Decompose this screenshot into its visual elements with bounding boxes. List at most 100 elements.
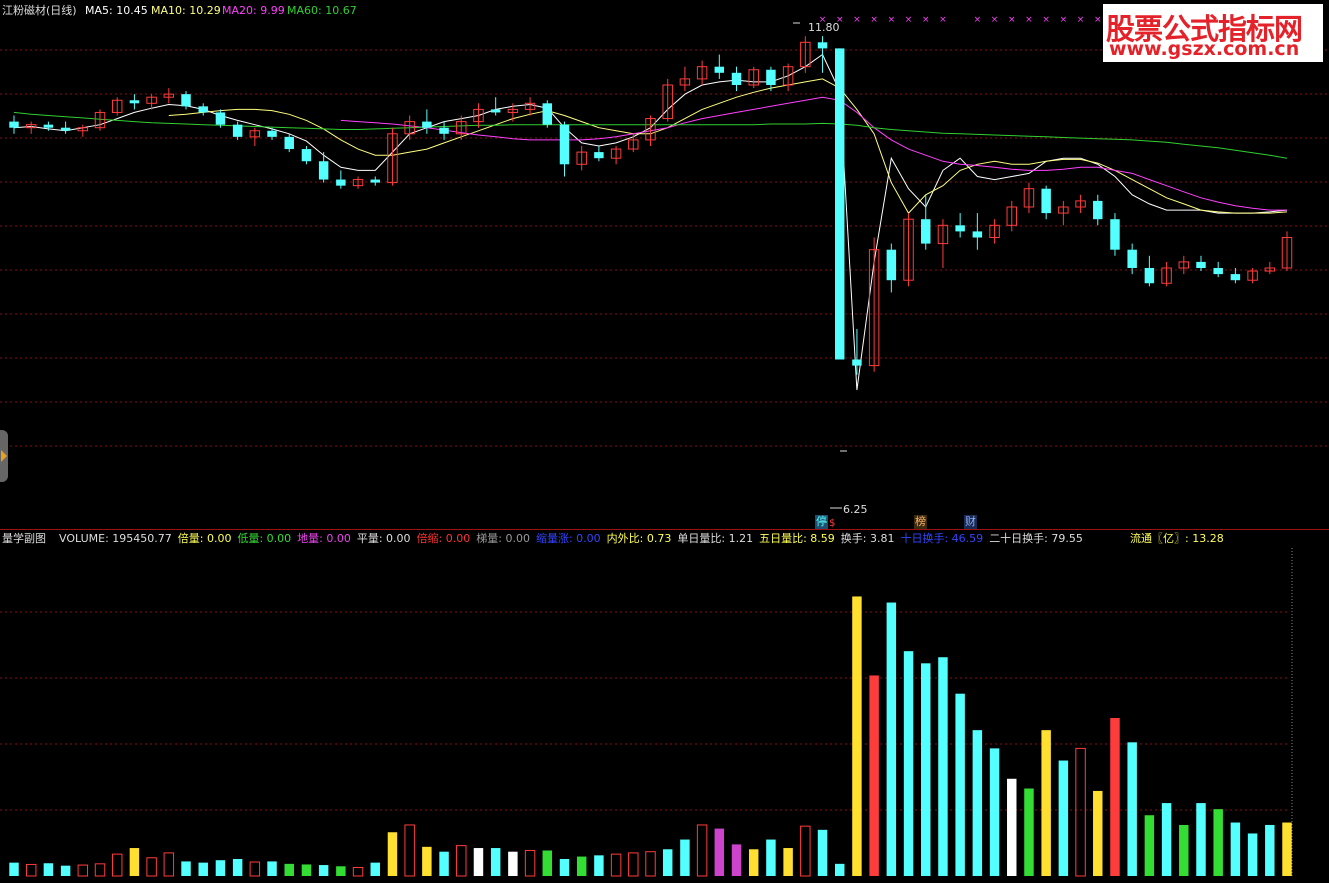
- candle-body: [301, 149, 312, 162]
- volume-bar: [559, 858, 570, 876]
- candle-body: [834, 48, 845, 360]
- indicator-value: 低量: 0.00: [237, 532, 292, 545]
- candle-body: [1213, 268, 1223, 275]
- signal-mark: ×: [939, 15, 947, 25]
- candle-body: [490, 109, 501, 113]
- volume-bar: [524, 849, 536, 877]
- volume-bar: [817, 829, 828, 876]
- volume-bar: [594, 855, 604, 876]
- volume-bars: [9, 596, 1292, 877]
- volume-bar: [576, 856, 587, 876]
- indicator-value: 换手: 3.81: [840, 532, 895, 545]
- volume-bar: [77, 864, 89, 877]
- volume-bar: [1093, 790, 1103, 876]
- volume-bar: [267, 861, 277, 876]
- indicator-value: 地量: 0.00: [297, 532, 351, 545]
- volume-bar: [336, 866, 346, 876]
- volume-bar: [628, 852, 639, 877]
- volume-bar: [422, 846, 432, 876]
- volume-bar: [1007, 778, 1017, 876]
- volume-bar: [43, 863, 54, 876]
- volume-bar: [1144, 815, 1155, 876]
- candle-body: [336, 179, 346, 186]
- finance-mark: 财: [964, 515, 977, 529]
- volume-bar: [9, 862, 19, 876]
- volume-bar: [766, 839, 776, 876]
- volume-bar: [696, 824, 708, 877]
- candle-body: [955, 225, 965, 232]
- volume-bar: [163, 852, 175, 877]
- indicator-value: 梯量: 0.00: [476, 532, 530, 545]
- volume-bar: [1230, 822, 1241, 876]
- volume-bar: [1041, 730, 1051, 876]
- candle-body: [370, 179, 380, 183]
- volume-bar: [284, 863, 294, 876]
- volume-bar: [1058, 760, 1069, 876]
- volume-bar: [1282, 822, 1292, 876]
- volume-bar: [662, 849, 673, 876]
- volume-bar: [800, 825, 811, 877]
- high-price-label: 11.80: [808, 21, 840, 34]
- candle-body: [559, 124, 570, 165]
- volume-bar: [232, 858, 243, 876]
- signal-mark: ×: [1094, 15, 1102, 25]
- volume-bar: [542, 850, 553, 876]
- ma60-label: MA60: 10.67: [287, 4, 357, 17]
- volume-bar: [938, 657, 948, 876]
- indicator-value: 五日量比: 8.59: [759, 532, 835, 545]
- signal-mark: ×: [1008, 15, 1016, 25]
- volume-bar: [508, 851, 518, 876]
- candle-body: [129, 100, 140, 104]
- ma5-label: MA5: 10.45: [85, 4, 148, 17]
- ma10-label: MA10: 10.29: [151, 4, 221, 17]
- sidebar-toggle-handle[interactable]: [0, 430, 8, 482]
- candle-body: [1196, 261, 1206, 268]
- volume-bar: [456, 845, 467, 877]
- ma-line-ma5: [13, 53, 1288, 391]
- volume-bar: [439, 851, 449, 876]
- volume-bar: [404, 824, 415, 877]
- volume-bar: [94, 863, 106, 877]
- volume-bar: [645, 851, 656, 877]
- candle-body: [886, 249, 897, 281]
- indicator-value: 倍量: 0.00: [177, 532, 232, 545]
- ma-line-ma10: [168, 78, 1288, 214]
- volume-bar: [921, 663, 931, 876]
- signal-mark: ×: [991, 15, 999, 25]
- candle-body: [9, 121, 19, 128]
- volume-bar: [972, 730, 983, 876]
- indicator-value: 内外比: 0.73: [606, 532, 672, 545]
- volume-bar: [680, 839, 690, 876]
- volume-bar: [783, 848, 793, 876]
- candle-body: [972, 231, 983, 238]
- candle-body: [181, 94, 191, 107]
- signal-mark: ×: [870, 15, 878, 25]
- sub-chart-title: 量学副图: [2, 532, 46, 545]
- chart-title: 江粉磁材(日线): [2, 4, 77, 17]
- candle-body: [1110, 219, 1120, 250]
- volume-bar: [370, 862, 380, 876]
- signal-mark: ×: [1042, 15, 1050, 25]
- candle-body: [714, 66, 725, 73]
- indicator-value: 倍缩: 0.00: [416, 532, 471, 545]
- volume-bar: [1196, 803, 1206, 876]
- kline-chart: ××××××××××××××××××××××: [0, 15, 1329, 877]
- volume-bar: [215, 860, 226, 876]
- candle-body: [198, 106, 208, 113]
- volume-bar: [318, 865, 329, 876]
- indicator-value: 平量: 0.00: [356, 532, 411, 545]
- volume-bar: [1127, 742, 1137, 876]
- volume-bar: [731, 844, 742, 876]
- volume-bar: [25, 863, 37, 877]
- volume-bar: [146, 857, 157, 877]
- low-price-label: 6.25: [843, 503, 868, 516]
- arrow-right-icon: [1, 450, 7, 462]
- candle-body: [921, 219, 931, 244]
- signal-mark: ×: [1025, 15, 1033, 25]
- volume-bar: [249, 861, 261, 877]
- volume-bar: [198, 862, 208, 876]
- candle-body: [1127, 249, 1137, 268]
- volume-bar: [490, 848, 501, 876]
- candle-body: [731, 72, 742, 85]
- volume-bar: [1024, 788, 1034, 876]
